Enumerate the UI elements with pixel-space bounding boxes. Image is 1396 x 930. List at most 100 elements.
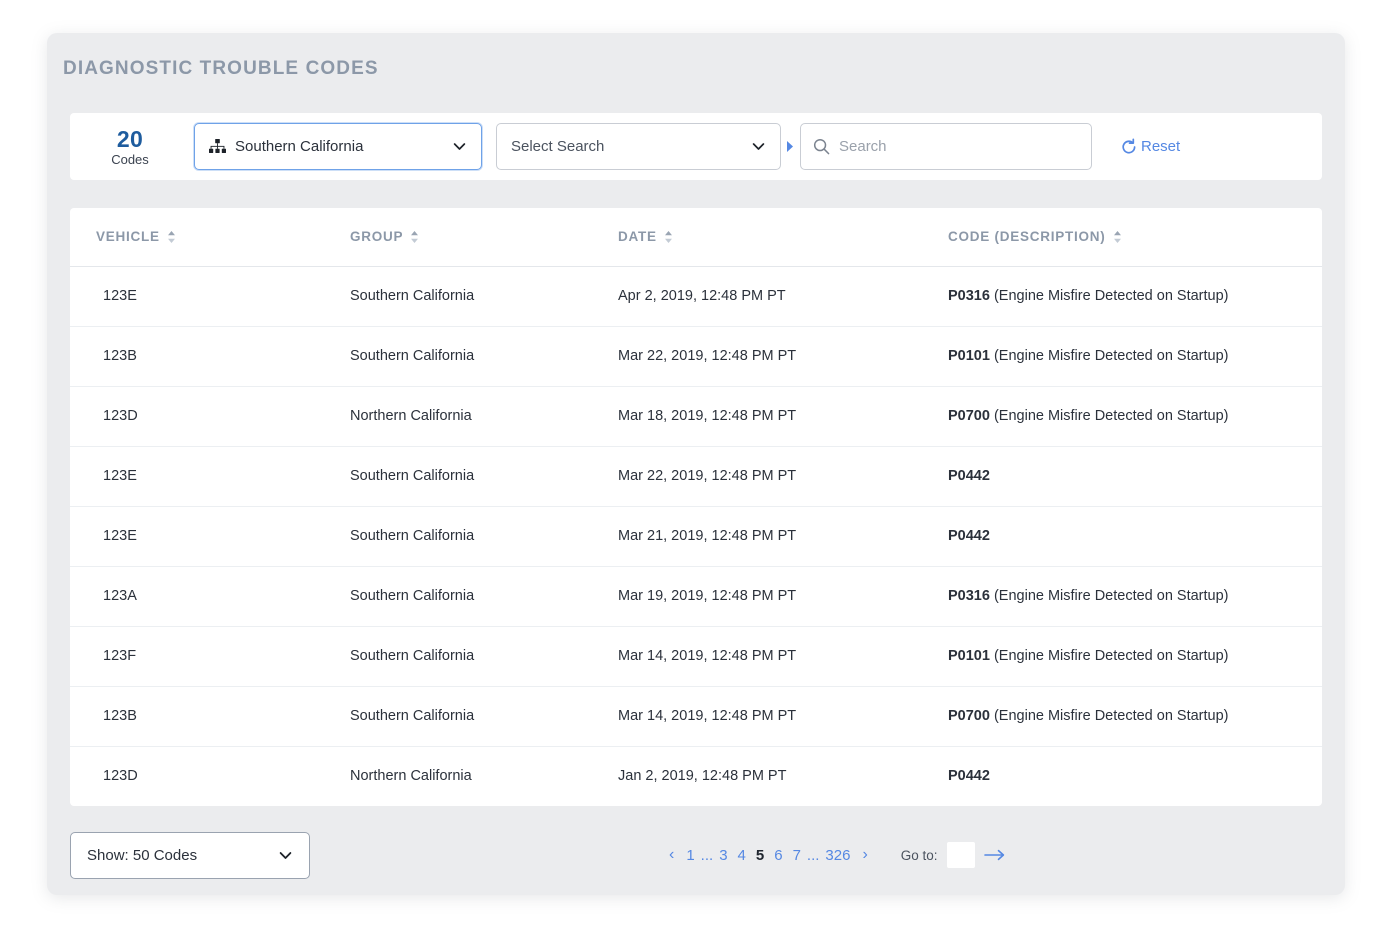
column-header-code-label: CODE (DESCRIPTION) bbox=[948, 229, 1106, 245]
cell-code: P0101 (Engine Misfire Detected on Startu… bbox=[948, 626, 1322, 687]
code-id: P0101 bbox=[948, 648, 990, 664]
search-icon bbox=[813, 138, 830, 155]
organization-filter-value: Southern California bbox=[235, 138, 364, 155]
pagination-page-6[interactable]: 6 bbox=[769, 847, 787, 864]
pagination-ellipsis: ... bbox=[700, 846, 714, 864]
goto-page-control: Go to: bbox=[901, 842, 1006, 868]
table-row[interactable]: 123A Southern California Mar 19, 2019, 12:… bbox=[70, 566, 1322, 627]
code-description: (Engine Misfire Detected on Startup) bbox=[989, 648, 1229, 664]
chevron-down-icon bbox=[278, 848, 293, 863]
pagination-page-4[interactable]: 4 bbox=[733, 847, 751, 864]
column-header-date[interactable]: DATE bbox=[618, 208, 948, 267]
code-id: P0316 bbox=[948, 288, 990, 304]
table-row[interactable]: 123D Northern California Mar 18, 2019, 12:… bbox=[70, 386, 1322, 447]
trouble-codes-table: VEHICLE GROUP DATE CODE (DESCRIPTION) 12… bbox=[70, 208, 1322, 806]
column-header-vehicle-label: VEHICLE bbox=[96, 229, 160, 245]
cell-date: Mar 22, 2019, 12:48 PM PT bbox=[618, 326, 948, 387]
cell-vehicle: 123F bbox=[70, 626, 350, 687]
reset-icon bbox=[1120, 137, 1138, 156]
cell-code: P0442 bbox=[948, 746, 1322, 806]
pagination-page-326[interactable]: 326 bbox=[820, 847, 855, 864]
arrow-right-icon[interactable] bbox=[983, 848, 1006, 862]
code-id: P0442 bbox=[948, 768, 990, 785]
table-row[interactable]: 123E Southern California Apr 2, 2019, 12:4… bbox=[70, 266, 1322, 327]
cell-vehicle: 123E bbox=[70, 446, 350, 507]
cell-code: P0316 (Engine Misfire Detected on Startu… bbox=[948, 566, 1322, 627]
sort-icon[interactable] bbox=[1113, 230, 1122, 244]
table-body: 123E Southern California Apr 2, 2019, 12:4… bbox=[70, 266, 1322, 806]
cell-group: Northern California bbox=[350, 768, 472, 785]
code-id: P0442 bbox=[948, 528, 990, 544]
code-id: P0442 bbox=[948, 468, 990, 484]
cell-date: Mar 14, 2019, 12:48 PM PT bbox=[618, 686, 948, 747]
page-title: DIAGNOSTIC TROUBLE CODES bbox=[63, 58, 379, 79]
cell-vehicle: 123B bbox=[70, 686, 350, 747]
chevron-down-icon bbox=[751, 139, 766, 154]
code-description: (Engine Misfire Detected on Startup) bbox=[989, 588, 1229, 604]
cell-group: Southern California bbox=[350, 446, 618, 507]
cell-group: Southern California bbox=[350, 326, 618, 387]
table-row[interactable]: 123E Southern California Mar 22, 2019, 12:… bbox=[70, 446, 1322, 507]
cell-vehicle: 123E bbox=[70, 506, 350, 567]
search-input-wrapper[interactable] bbox=[800, 123, 1092, 170]
table-header-row: VEHICLE GROUP DATE CODE (DESCRIPTION) bbox=[70, 208, 1322, 267]
codes-count-badge: 20 Codes bbox=[70, 125, 190, 167]
table-row[interactable]: 123E Southern California Mar 21, 2019, 12:… bbox=[70, 506, 1322, 567]
table-row[interactable]: 123B Southern California Mar 14, 2019, 12:… bbox=[70, 686, 1322, 747]
goto-page-input[interactable] bbox=[946, 842, 975, 868]
organization-filter-select[interactable]: Southern California bbox=[194, 123, 482, 170]
cell-group: Southern California bbox=[350, 686, 618, 747]
search-input[interactable] bbox=[839, 138, 1079, 155]
search-type-value: Select Search bbox=[511, 138, 605, 155]
pagination-page-7[interactable]: 7 bbox=[788, 847, 806, 864]
sort-icon[interactable] bbox=[664, 230, 673, 244]
cell-group: Southern California bbox=[350, 626, 618, 687]
search-type-select[interactable]: Select Search bbox=[496, 123, 781, 170]
cell-date: Mar 19, 2019, 12:48 PM PT bbox=[618, 566, 948, 627]
cell-group: Southern California bbox=[350, 266, 618, 327]
pagination-page-5: 5 bbox=[755, 846, 765, 864]
cell-date: Apr 2, 2019, 12:48 PM PT bbox=[618, 266, 948, 327]
reset-button[interactable]: Reset bbox=[1120, 137, 1181, 156]
pagination-prev-button[interactable]: ‹ bbox=[662, 846, 681, 864]
cell-vehicle: 123A bbox=[70, 566, 350, 627]
code-description: (Engine Misfire Detected on Startup) bbox=[989, 708, 1229, 724]
page-size-select[interactable]: Show: 50 Codes bbox=[70, 831, 310, 879]
app-page: DIAGNOSTIC TROUBLE CODES 20 Codes Southe… bbox=[0, 0, 1396, 930]
code-id: P0700 bbox=[948, 708, 990, 724]
sort-icon[interactable] bbox=[410, 230, 419, 244]
filter-toolbar: 20 Codes Southern California Select Sear… bbox=[70, 113, 1322, 180]
cell-group: Southern California bbox=[350, 506, 618, 567]
reset-label: Reset bbox=[1141, 138, 1181, 155]
cell-code: P0316 (Engine Misfire Detected on Startu… bbox=[948, 266, 1322, 327]
column-header-vehicle[interactable]: VEHICLE bbox=[70, 208, 350, 267]
code-description: (Engine Misfire Detected on Startup) bbox=[989, 348, 1229, 364]
column-header-code[interactable]: CODE (DESCRIPTION) bbox=[948, 208, 1322, 267]
pagination-next-button[interactable]: › bbox=[855, 846, 874, 864]
column-header-date-label: DATE bbox=[618, 229, 657, 245]
table-row[interactable]: 123B Southern California Mar 22, 2019, 12:… bbox=[70, 326, 1322, 387]
sort-icon[interactable] bbox=[167, 230, 176, 244]
cell-vehicle: 123E bbox=[70, 266, 350, 327]
page-size-value: Show: 50 Codes bbox=[87, 846, 198, 864]
cell-date: Jan 2, 2019, 12:48 PM PT bbox=[618, 768, 787, 785]
code-description: (Engine Misfire Detected on Startup) bbox=[989, 408, 1229, 424]
pagination-page-3[interactable]: 3 bbox=[714, 847, 732, 864]
cell-date: Mar 21, 2019, 12:48 PM PT bbox=[618, 506, 948, 567]
table-header: VEHICLE GROUP DATE CODE (DESCRIPTION) bbox=[70, 208, 1322, 267]
code-description: (Engine Misfire Detected on Startup) bbox=[989, 288, 1229, 304]
org-chart-icon bbox=[209, 139, 226, 154]
pagination-page-1[interactable]: 1 bbox=[681, 847, 699, 864]
cell-vehicle: 123D bbox=[103, 768, 138, 785]
table-footer: Show: 50 Codes ‹ 1... 3 4 5 6 7... 326 › Go to… bbox=[70, 827, 1322, 883]
table-row[interactable]: 123F Southern California Mar 14, 2019, 12:… bbox=[70, 626, 1322, 687]
goto-label: Go to: bbox=[900, 847, 938, 863]
column-header-group[interactable]: GROUP bbox=[350, 208, 618, 267]
pagination: ‹ 1... 3 4 5 6 7... 326 › Go to: bbox=[662, 827, 1006, 883]
cell-code: P0442 bbox=[948, 446, 1322, 507]
code-id: P0101 bbox=[948, 348, 990, 364]
cell-vehicle: 123B bbox=[70, 326, 350, 387]
cell-date: Mar 18, 2019, 12:48 PM PT bbox=[618, 386, 948, 447]
codes-count-value: 20 bbox=[116, 125, 144, 152]
table-row[interactable]: 123D Northern California Jan 2, 2019, 12:4… bbox=[70, 746, 1322, 806]
